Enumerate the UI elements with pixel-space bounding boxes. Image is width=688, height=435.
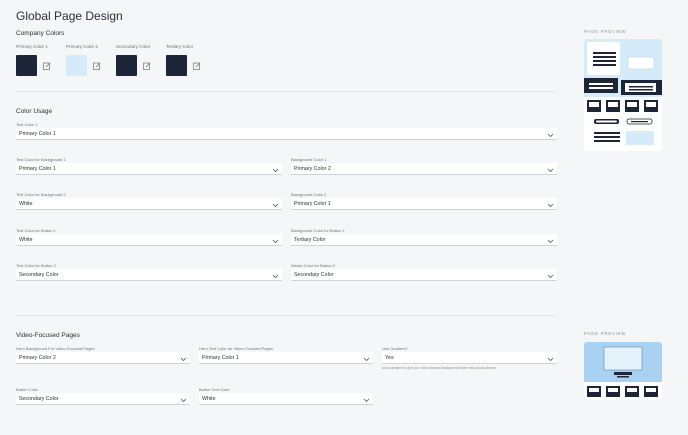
company-colors-heading: Company Colors [16, 30, 65, 37]
gradient-select[interactable]: Yes [382, 352, 557, 364]
select-value: Secondary Color [19, 271, 59, 278]
swatch-label: Primary Color 2 [66, 44, 98, 49]
select-value: Primary Color 1 [202, 354, 239, 361]
select-value: Primary Color 1 [294, 200, 331, 207]
text-bg1-select[interactable]: Primary Color 1 [16, 163, 282, 175]
swatch-label: Secondary Color [116, 44, 151, 49]
color-swatch[interactable] [166, 55, 187, 76]
text-btn1-field: Text Color for Button 1 White [16, 228, 282, 246]
chevron-down-icon [272, 160, 279, 178]
text-btn2-field: Text Color for Button 2 Secondary Color [16, 263, 282, 281]
swatch-primary-1: Primary Color 1 [16, 44, 51, 76]
chevron-down-icon [547, 195, 554, 213]
chevron-down-icon [363, 349, 370, 367]
color-usage-heading: Color Usage [16, 108, 53, 115]
hero-bg-field: Hero Background For Video-Focused Pages … [16, 346, 190, 364]
button-text-select[interactable]: White [199, 393, 373, 405]
swatch-label: Primary Color 1 [16, 44, 48, 49]
stroke-btn2-select[interactable]: Secondary Color [291, 269, 557, 281]
bg1-select[interactable]: Primary Color 2 [291, 163, 557, 175]
chevron-down-icon [547, 160, 554, 178]
text-color-1-field: Text Color 1 Primary Color 1 [16, 122, 557, 140]
swatch-primary-2: Primary Color 2 [66, 44, 101, 76]
edit-icon[interactable] [143, 57, 151, 75]
stroke-btn2-field: Stroke Color for Button 2 Secondary Colo… [291, 263, 557, 281]
chevron-down-icon [272, 195, 279, 213]
gradient-field: Use Gradient? Yes Add a gradient to give… [382, 346, 557, 370]
chevron-down-icon [272, 231, 279, 249]
chevron-down-icon [363, 390, 370, 408]
page-preview-label-2: PAGE PREVIEW [584, 331, 627, 336]
select-value: Primary Color 2 [19, 354, 56, 361]
text-bg1-field: Text Color for Background 1 Primary Colo… [16, 157, 282, 175]
swatch-secondary: Secondary Color [116, 44, 151, 76]
bg-btn1-field: Background Color for Button 1 Tertiary C… [291, 228, 557, 246]
select-value: Yes [385, 354, 394, 361]
select-value: Secondary Color [19, 395, 59, 402]
bg-btn1-select[interactable]: Tertiary Color [291, 234, 557, 246]
edit-icon[interactable] [193, 57, 201, 75]
chevron-down-icon [547, 266, 554, 284]
chevron-down-icon [180, 349, 187, 367]
swatch-tertiary: Tertiary Color [166, 44, 201, 76]
bg2-select[interactable]: Primary Color 1 [291, 198, 557, 210]
divider [16, 91, 557, 92]
color-swatch[interactable] [66, 55, 87, 76]
divider [16, 315, 557, 316]
page-preview-graphic [584, 39, 662, 151]
gradient-helper-text: Add a gradient to give your video-focuse… [382, 366, 497, 370]
select-value: Tertiary Color [294, 236, 326, 243]
button-color-field: Button Color Secondary Color [16, 387, 190, 405]
video-page-preview-graphic [584, 342, 662, 400]
edit-icon[interactable] [93, 57, 101, 75]
edit-icon[interactable] [43, 57, 51, 75]
color-swatch[interactable] [116, 55, 137, 76]
bg2-field: Background Color 2 Primary Color 1 [291, 192, 557, 210]
bg1-field: Background Color 1 Primary Color 2 [291, 157, 557, 175]
page-preview-label: PAGE PREVIEW [584, 29, 627, 34]
text-bg2-field: Text Color for Background 2 White [16, 192, 282, 210]
video-page-preview [584, 342, 662, 400]
video-pages-heading: Video-Focused Pages [16, 332, 80, 339]
select-value: Primary Color 1 [19, 165, 56, 172]
select-value: Primary Color 1 [19, 130, 56, 137]
chevron-down-icon [547, 349, 554, 367]
select-value: White [202, 395, 216, 402]
select-value: White [19, 200, 33, 207]
swatch-label: Tertiary Color [166, 44, 194, 49]
text-btn2-select[interactable]: Secondary Color [16, 269, 282, 281]
chevron-down-icon [547, 125, 554, 143]
hero-text-field: Hero Text Color for Video-Focused Pages … [199, 346, 373, 364]
text-btn1-select[interactable]: White [16, 234, 282, 246]
chevron-down-icon [180, 390, 187, 408]
page-preview [584, 39, 662, 151]
select-value: Secondary Color [294, 271, 334, 278]
button-text-field: Button Text Color White [199, 387, 373, 405]
page-title: Global Page Design [16, 9, 123, 23]
chevron-down-icon [272, 266, 279, 284]
chevron-down-icon [547, 231, 554, 249]
text-bg2-select[interactable]: White [16, 198, 282, 210]
hero-text-select[interactable]: Primary Color 1 [199, 352, 373, 364]
text-color-1-select[interactable]: Primary Color 1 [16, 128, 557, 140]
select-value: White [19, 236, 33, 243]
color-swatch[interactable] [16, 55, 37, 76]
hero-bg-select[interactable]: Primary Color 2 [16, 352, 190, 364]
button-color-select[interactable]: Secondary Color [16, 393, 190, 405]
select-value: Primary Color 2 [294, 165, 331, 172]
